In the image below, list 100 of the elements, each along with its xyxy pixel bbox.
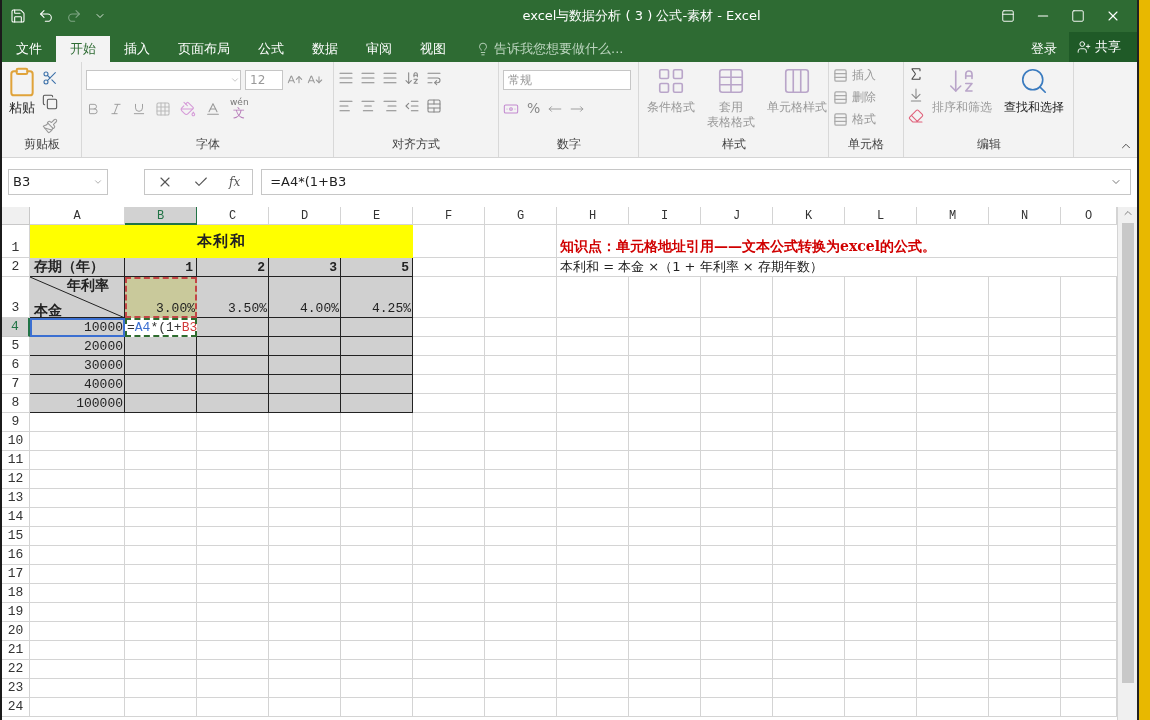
ribbon-tab[interactable]: 视图: [406, 36, 460, 62]
sum-icon[interactable]: [908, 66, 924, 82]
cells-icon: [833, 89, 848, 105]
ribbon-tab[interactable]: 开始: [56, 36, 110, 62]
bold-icon[interactable]: [86, 102, 100, 116]
font-color-icon[interactable]: [205, 101, 221, 117]
row-header[interactable]: 4: [2, 318, 30, 337]
row-header[interactable]: 11: [2, 451, 30, 470]
insert-function-button[interactable]: fx: [229, 173, 241, 191]
fill-color-icon[interactable]: [180, 101, 196, 117]
bottom-align-icon[interactable]: [382, 70, 398, 86]
row-header[interactable]: 1: [2, 225, 30, 258]
column-header[interactable]: D: [269, 207, 341, 225]
column-header[interactable]: K: [773, 207, 845, 225]
button-label: 条件格式: [647, 100, 695, 115]
row-header[interactable]: 18: [2, 584, 30, 603]
row-header[interactable]: 10: [2, 432, 30, 451]
column-header[interactable]: H: [557, 207, 629, 225]
group-label: 单元格: [847, 136, 885, 153]
row-header[interactable]: 6: [2, 356, 30, 375]
column-header[interactable]: O: [1061, 207, 1117, 225]
tell-me-field[interactable]: 告诉我您想要做什么...: [460, 36, 644, 62]
column-header[interactable]: C: [197, 207, 269, 225]
dropdown-icon: [230, 75, 240, 85]
save-icon[interactable]: [10, 8, 26, 24]
select-all-corner[interactable]: [2, 207, 30, 225]
share-button[interactable]: 共享: [1069, 32, 1137, 62]
column-header[interactable]: I: [629, 207, 701, 225]
format-painter-icon[interactable]: [42, 118, 58, 134]
table-cell-text: 4.00%: [299, 299, 340, 318]
row-header[interactable]: 22: [2, 660, 30, 679]
editing-cell[interactable]: =A4*(1+B3: [125, 318, 197, 337]
row-header[interactable]: 14: [2, 508, 30, 527]
copy-icon[interactable]: [42, 94, 58, 110]
cut-icon[interactable]: [42, 70, 58, 86]
underline-icon[interactable]: [132, 102, 146, 116]
undo-icon[interactable]: [38, 8, 54, 24]
table-cell-text: 5: [400, 258, 410, 277]
align-left-icon[interactable]: [338, 98, 354, 114]
column-header[interactable]: B: [125, 207, 197, 225]
column-header[interactable]: J: [701, 207, 773, 225]
row-header[interactable]: 9: [2, 413, 30, 432]
column-header[interactable]: A: [30, 207, 125, 225]
row-header[interactable]: 23: [2, 679, 30, 698]
ribbon-tab[interactable]: 插入: [110, 36, 164, 62]
merge-icon[interactable]: [426, 98, 442, 114]
row-header[interactable]: 13: [2, 489, 30, 508]
group-label: 数字: [555, 136, 582, 153]
column-header[interactable]: L: [845, 207, 917, 225]
row-header[interactable]: 12: [2, 470, 30, 489]
column-header[interactable]: N: [989, 207, 1061, 225]
row-header[interactable]: 21: [2, 641, 30, 660]
ribbon-button[interactable]: 查找和选择: [1000, 66, 1068, 115]
italic-icon[interactable]: [109, 102, 123, 116]
font-name-field[interactable]: [86, 70, 241, 90]
lightbulb-icon: [476, 42, 490, 56]
ribbon-tab[interactable]: 审阅: [352, 36, 406, 62]
wrap-text-icon[interactable]: [426, 70, 442, 86]
ribbon-tab[interactable]: 数据: [298, 36, 352, 62]
column-header[interactable]: M: [917, 207, 989, 225]
ribbon-tab[interactable]: 文件: [2, 36, 56, 62]
column-header[interactable]: G: [485, 207, 557, 225]
row-header[interactable]: 5: [2, 337, 30, 356]
align-center-icon[interactable]: [360, 98, 376, 114]
name-box[interactable]: B3: [8, 169, 108, 195]
row-header[interactable]: 3: [2, 277, 30, 318]
maximize-icon[interactable]: [1071, 9, 1085, 23]
row-header[interactable]: 17: [2, 565, 30, 584]
vertical-scrollbar[interactable]: [1117, 207, 1137, 720]
cells-icon: [833, 111, 848, 127]
eraser-icon[interactable]: [908, 108, 924, 124]
table-cell-text: 100000: [75, 394, 124, 413]
ribbon-tab[interactable]: 页面布局: [164, 36, 244, 62]
fill-icon[interactable]: [908, 87, 924, 103]
button-label: 表格格式: [707, 115, 755, 130]
ribbon-tab[interactable]: 公式: [244, 36, 298, 62]
align-right-icon[interactable]: [382, 98, 398, 114]
formula-field[interactable]: =A4*(1+B3: [261, 169, 1131, 195]
borders-icon[interactable]: [155, 101, 171, 117]
row-header[interactable]: 15: [2, 527, 30, 546]
paste-button[interactable]: 粘贴: [6, 66, 38, 118]
row-header[interactable]: 2: [2, 258, 30, 277]
button-label: 套用: [719, 100, 743, 115]
row-header[interactable]: 7: [2, 375, 30, 394]
row-header[interactable]: 19: [2, 603, 30, 622]
column-header[interactable]: F: [413, 207, 485, 225]
row-header[interactable]: 16: [2, 546, 30, 565]
row-header[interactable]: 24: [2, 698, 30, 717]
middle-align-icon[interactable]: [360, 70, 376, 86]
ribbon-options-icon[interactable]: [1001, 9, 1015, 23]
row-header[interactable]: 20: [2, 622, 30, 641]
sign-in-link[interactable]: 登录: [1019, 36, 1069, 62]
top-align-icon[interactable]: [338, 70, 354, 86]
formula-part: =: [127, 318, 135, 337]
row-header[interactable]: 8: [2, 394, 30, 413]
phonetic-button[interactable]: wén 文: [230, 98, 249, 120]
redo-icon[interactable]: [66, 8, 82, 24]
column-header[interactable]: E: [341, 207, 413, 225]
table-cell: 10000: [30, 318, 125, 337]
decrease-indent-icon[interactable]: [404, 98, 420, 114]
